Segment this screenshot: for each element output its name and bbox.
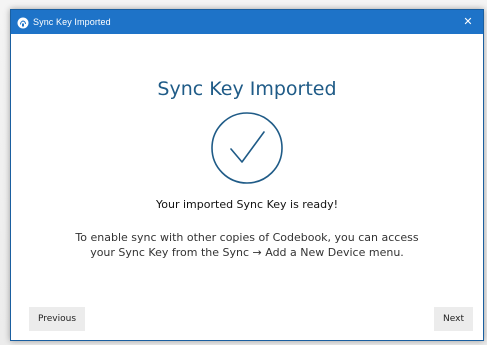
previous-button[interactable]: Previous	[29, 307, 86, 331]
title-bar[interactable]: Sync Key Imported ✕	[11, 10, 483, 34]
info-line-1: To enable sync with other copies of Code…	[75, 231, 419, 244]
close-button[interactable]: ✕	[459, 13, 477, 31]
info-line-2: your Sync Key from the Sync → Add a New …	[90, 246, 404, 259]
check-circle-icon	[209, 110, 285, 186]
codebook-app-icon	[17, 16, 29, 29]
ready-message: Your imported Sync Key is ready!	[156, 198, 338, 211]
page-title: Sync Key Imported	[157, 78, 337, 100]
dialog-window: Sync Key Imported ✕ Sync Key Imported Yo…	[10, 9, 484, 341]
info-message: To enable sync with other copies of Code…	[11, 230, 483, 260]
window-title: Sync Key Imported	[33, 17, 111, 27]
close-icon: ✕	[463, 16, 473, 28]
next-button[interactable]: Next	[434, 307, 473, 331]
dialog-content: Sync Key Imported Your imported Sync Key…	[11, 34, 483, 340]
